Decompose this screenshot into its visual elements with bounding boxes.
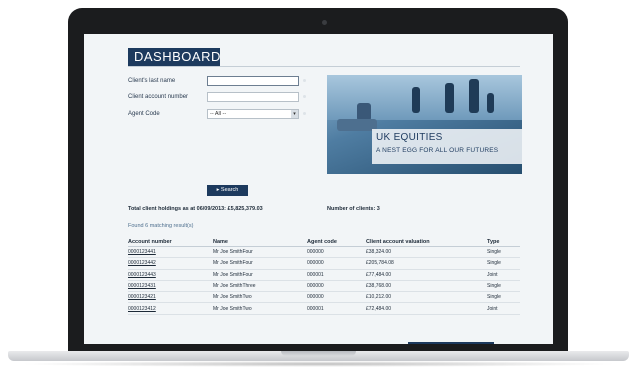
- valuation: £72,484.00: [366, 302, 487, 315]
- results-count: Found 6 matching result(s): [128, 223, 194, 229]
- client-name: Mr Joe SmithFour: [213, 246, 307, 259]
- valuation: £38,324.00: [366, 246, 487, 259]
- clients-count: Number of clients: 3: [327, 206, 380, 212]
- account-type: Joint: [487, 302, 520, 315]
- camera-icon: [322, 20, 327, 25]
- account-link[interactable]: 0000123443: [128, 272, 156, 278]
- page-title: DASHBOARD: [128, 48, 220, 66]
- account-type: Joint: [487, 269, 520, 281]
- search-button[interactable]: ▸ Search: [207, 185, 248, 196]
- valuation: £38,768.00: [366, 280, 487, 293]
- last-name-input[interactable]: [207, 76, 299, 86]
- agent-code: 000000: [307, 246, 366, 259]
- chevron-down-icon[interactable]: ▾: [291, 110, 298, 118]
- account-number-label: Client account number: [128, 94, 189, 100]
- account-link[interactable]: 0000123431: [128, 283, 156, 289]
- column-header: Account number: [128, 237, 213, 247]
- table-row: 0000123412 Mr Joe SmithTwo 000001 £72,48…: [128, 302, 520, 315]
- sofa-shape: [337, 119, 377, 131]
- agent-code: 000000: [307, 291, 366, 304]
- client-name: Mr Joe SmithTwo: [213, 302, 307, 315]
- table-header-row: Account number Name Agent code Client ac…: [128, 237, 520, 247]
- account-link[interactable]: 0000123412: [128, 306, 156, 312]
- results-table: Account number Name Agent code Client ac…: [128, 237, 520, 315]
- column-header: Client account valuation: [366, 237, 487, 247]
- account-link[interactable]: 0000123421: [128, 294, 156, 300]
- table-row: 0000123431 Mr Joe SmithThree 000000 £38,…: [128, 280, 520, 293]
- valuation: £77,484.00: [366, 269, 487, 281]
- figure-shape: [469, 79, 479, 113]
- table-row: 0000123442 Mr Joe SmithFour 000000 £205,…: [128, 257, 520, 270]
- column-header: Type: [487, 237, 520, 247]
- banner-subheading: A NEST EGG FOR ALL OUR FUTURES: [376, 147, 499, 154]
- account-number-input[interactable]: [207, 92, 299, 102]
- laptop-shadow: [18, 361, 619, 367]
- laptop-notch: [281, 351, 356, 356]
- footer-bar: [408, 342, 494, 344]
- screen: DASHBOARD Client's last name Client acco…: [84, 34, 553, 344]
- holdings-summary: Total client holdings as at 06/09/2013: …: [128, 206, 263, 212]
- account-type: Single: [487, 280, 520, 293]
- table-row: 0000123421 Mr Joe SmithTwo 000000 £10,21…: [128, 291, 520, 304]
- valuation: £205,784.08: [366, 257, 487, 270]
- figure-shape: [487, 93, 494, 113]
- figure-shape: [445, 83, 454, 113]
- column-header: Agent code: [307, 237, 366, 247]
- agent-code: 000000: [307, 280, 366, 293]
- client-name: Mr Joe SmithTwo: [213, 291, 307, 304]
- agent-code: 000001: [307, 269, 366, 281]
- banner-heading: UK EQUITIES: [376, 132, 443, 143]
- valuation: £10,212.00: [366, 291, 487, 304]
- search-button-label: Search: [220, 187, 239, 193]
- table-row: 0000123443 Mr Joe SmithFour 000001 £77,4…: [128, 269, 520, 281]
- agent-code: 000000: [307, 257, 366, 270]
- last-name-label: Client's last name: [128, 78, 176, 84]
- agent-code: 000001: [307, 302, 366, 315]
- field-indicator: [303, 112, 306, 115]
- field-indicator: [303, 79, 306, 82]
- field-indicator: [303, 95, 306, 98]
- column-header: Name: [213, 237, 307, 247]
- client-name: Mr Joe SmithFour: [213, 269, 307, 281]
- agent-code-value: -- All --: [210, 111, 227, 117]
- account-type: Single: [487, 257, 520, 270]
- title-divider: [128, 66, 520, 67]
- table-row: 0000123441 Mr Joe SmithFour 000000 £38,3…: [128, 246, 520, 259]
- account-type: Single: [487, 291, 520, 304]
- account-type: Single: [487, 246, 520, 259]
- account-link[interactable]: 0000123442: [128, 260, 156, 266]
- client-name: Mr Joe SmithFour: [213, 257, 307, 270]
- promo-banner: UK EQUITIES A NEST EGG FOR ALL OUR FUTUR…: [327, 75, 522, 174]
- agent-code-label: Agent Code: [128, 111, 160, 117]
- figure-shape: [412, 87, 420, 113]
- client-name: Mr Joe SmithThree: [213, 280, 307, 293]
- account-link[interactable]: 0000123441: [128, 249, 156, 255]
- agent-code-select[interactable]: -- All -- ▾: [207, 109, 299, 119]
